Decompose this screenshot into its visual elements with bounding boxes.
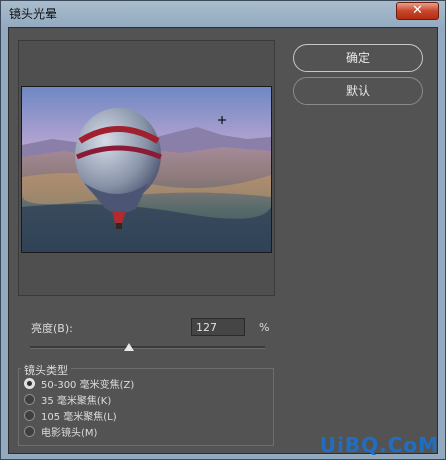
radio-lens-50-300[interactable]: 50-300 毫米变焦(Z) [24,376,134,391]
radio-label: 电影镜头(M) [41,428,98,439]
radio-label: 105 毫米聚焦(L) [41,412,117,423]
title-bar[interactable]: 镜头光晕 ✕ [1,1,445,27]
radio-label: 50-300 毫米变焦(Z) [41,380,135,391]
brightness-label: 亮度(B): [31,322,73,335]
ok-button[interactable]: 确定 [293,44,423,72]
preview-panel [18,40,275,296]
close-button[interactable]: ✕ [396,2,439,20]
dialog-title: 镜头光晕 [9,7,58,21]
brightness-slider[interactable] [30,346,265,349]
brightness-input[interactable]: 127 [191,318,245,336]
radio-button[interactable] [24,394,35,405]
lens-flare-dialog: 镜头光晕 ✕ 确定 默认 亮度(B): 127 % 镜头类型 50-300 毫米… [0,0,446,460]
brightness-slider-thumb[interactable] [124,343,135,351]
preview-image[interactable] [21,86,272,253]
balloon-landscape-image [22,87,271,252]
radio-lens-movie[interactable]: 电影镜头(M) [24,424,97,439]
radio-button[interactable] [24,410,35,421]
radio-lens-105[interactable]: 105 毫米聚焦(L) [24,408,117,423]
radio-button[interactable] [24,378,35,389]
radio-lens-35[interactable]: 35 毫米聚焦(K) [24,392,111,407]
brightness-unit: % [259,321,270,334]
radio-button[interactable] [24,426,35,437]
reset-button[interactable]: 默认 [293,77,423,105]
radio-label: 35 毫米聚焦(K) [41,396,112,407]
site-watermark: UiBQ.CoM [319,433,439,457]
dialog-content: 确定 默认 亮度(B): 127 % 镜头类型 50-300 毫米变焦(Z) 3… [8,27,438,454]
